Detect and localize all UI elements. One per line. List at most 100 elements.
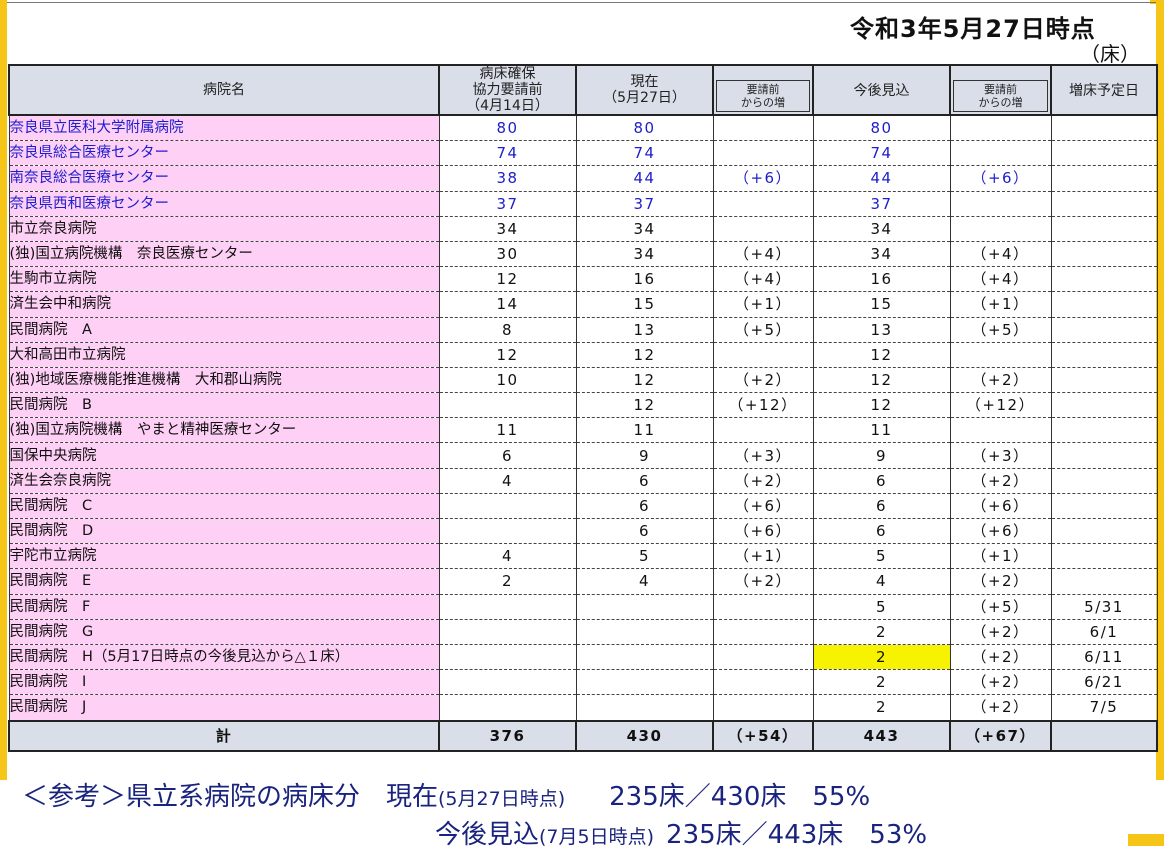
before-request-cell: 12 [438, 266, 577, 293]
schedule-date-cell [1050, 341, 1158, 368]
header-increase-future: 要請前 からの増 [949, 64, 1052, 116]
frame-left-border [0, 0, 7, 780]
before-request-cell: 2 [438, 568, 577, 595]
hospital-name-cell: 民間病院 H（5月17日時点の今後見込から△１床） [8, 643, 440, 671]
before-request-cell [438, 517, 577, 545]
header-schedule-date: 増床予定日 [1050, 64, 1158, 116]
total-row: 計 376 430 （+54） 443 （+67） [8, 719, 1158, 752]
current-cell: 6 [575, 517, 714, 545]
increase-future-cell [949, 417, 1052, 444]
schedule-date-cell [1050, 316, 1158, 343]
hospital-name-cell: 民間病院 J [8, 694, 440, 721]
hospital-name-cell: (独)国立病院機構 奈良医療センター [8, 240, 440, 268]
total-schedule [1050, 719, 1158, 752]
table-row: 民間病院 A 8 13 （+5） 13 （+5） [8, 316, 1158, 343]
corner-accent [1128, 834, 1164, 846]
table-row: 奈良県総合医療センター 74 74 74 [8, 140, 1158, 167]
increase-future-cell [949, 140, 1052, 167]
increase-future-cell: （+4） [949, 266, 1052, 293]
increase-future-cell: （+2） [949, 618, 1052, 645]
before-request-cell: 30 [438, 240, 577, 268]
increase-future-cell: （+2） [949, 643, 1052, 671]
hospital-name-cell: 宇陀市立病院 [8, 543, 440, 570]
future-cell: 34 [812, 215, 951, 242]
increase-current-cell: （+1） [712, 543, 814, 570]
increase-future-cell: （+2） [949, 669, 1052, 696]
future-cell: 74 [812, 140, 951, 167]
increase-current-cell [712, 669, 814, 696]
increase-current-cell [712, 190, 814, 217]
before-request-cell: 4 [438, 543, 577, 570]
table-row: 民間病院 H（5月17日時点の今後見込から△１床） 2 （+2） 6/11 [8, 643, 1158, 671]
hospital-name-cell: (独)地域医療機能推進機構 大和郡山病院 [8, 366, 440, 394]
before-request-cell: 4 [438, 467, 577, 494]
increase-current-cell [712, 140, 814, 167]
table-row: 市立奈良病院 34 34 34 [8, 215, 1158, 242]
current-cell: 5 [575, 543, 714, 570]
table-row: (独)国立病院機構 やまと精神医療センター 11 11 11 [8, 417, 1158, 444]
hospital-name-cell: 民間病院 I [8, 669, 440, 696]
increase-future-cell: （+3） [949, 442, 1052, 469]
increase-current-cell: （+12） [712, 392, 814, 419]
before-request-cell: 38 [438, 165, 577, 192]
increase-current-cell [712, 618, 814, 645]
schedule-date-cell [1050, 366, 1158, 394]
future-cell: 12 [812, 392, 951, 419]
before-request-cell: 37 [438, 190, 577, 217]
table-row: 済生会奈良病院 4 6 （+2） 6 （+2） [8, 467, 1158, 494]
increase-current-cell [712, 114, 814, 142]
before-request-cell: 10 [438, 366, 577, 394]
current-cell [575, 669, 714, 696]
total-current: 430 [575, 719, 714, 752]
schedule-date-cell: 6/21 [1050, 669, 1158, 696]
future-cell: 44 [812, 165, 951, 192]
increase-future-cell: （+6） [949, 165, 1052, 192]
increase-current-cell: （+6） [712, 517, 814, 545]
increase-current-cell [712, 694, 814, 721]
increase-future-cell: （+4） [949, 240, 1052, 268]
total-before: 376 [438, 719, 577, 752]
future-cell: 2 [812, 618, 951, 645]
table-row: 奈良県西和医療センター 37 37 37 [8, 190, 1158, 217]
schedule-date-cell [1050, 568, 1158, 595]
increase-future-cell: （+2） [949, 467, 1052, 494]
increase-future-cell: （+5） [949, 316, 1052, 343]
before-request-cell [438, 492, 577, 520]
schedule-date-cell [1050, 392, 1158, 419]
before-request-cell: 14 [438, 291, 577, 318]
current-cell: 74 [575, 140, 714, 167]
current-cell: 13 [575, 316, 714, 343]
total-future: 443 [812, 719, 951, 752]
increase-current-cell [712, 417, 814, 444]
schedule-date-cell [1050, 140, 1158, 167]
increase-current-cell: （+1） [712, 291, 814, 318]
table-row: 民間病院 B 12 （+12） 12 （+12） [8, 392, 1158, 419]
schedule-date-cell [1050, 517, 1158, 545]
current-cell [575, 643, 714, 671]
before-request-cell [438, 669, 577, 696]
schedule-date-cell: 6/1 [1050, 618, 1158, 645]
future-cell: 13 [812, 316, 951, 343]
current-cell: 11 [575, 417, 714, 444]
current-cell: 37 [575, 190, 714, 217]
future-cell: 6 [812, 492, 951, 520]
increase-future-cell: （+1） [949, 543, 1052, 570]
future-cell: 37 [812, 190, 951, 217]
hospital-name-cell: 民間病院 G [8, 618, 440, 645]
increase-current-cell [712, 215, 814, 242]
total-increase-current: （+54） [712, 719, 814, 752]
table-row: 国保中央病院 6 9 （+3） 9 （+3） [8, 442, 1158, 469]
hospital-name-cell: 奈良県西和医療センター [8, 190, 440, 217]
current-cell [575, 618, 714, 645]
hospital-name-cell: (独)国立病院機構 やまと精神医療センター [8, 417, 440, 444]
schedule-date-cell [1050, 266, 1158, 293]
increase-current-cell: （+2） [712, 467, 814, 494]
hospital-name-cell: 大和高田市立病院 [8, 341, 440, 368]
table-row: 民間病院 I 2 （+2） 6/21 [8, 669, 1158, 696]
before-request-cell: 11 [438, 417, 577, 444]
future-cell: 34 [812, 240, 951, 268]
current-cell: 12 [575, 392, 714, 419]
table-row: (独)地域医療機能推進機構 大和郡山病院 10 12 （+2） 12 （+2） [8, 366, 1158, 394]
hospital-name-cell: 奈良県立医科大学附属病院 [8, 114, 440, 142]
schedule-date-cell [1050, 114, 1158, 142]
